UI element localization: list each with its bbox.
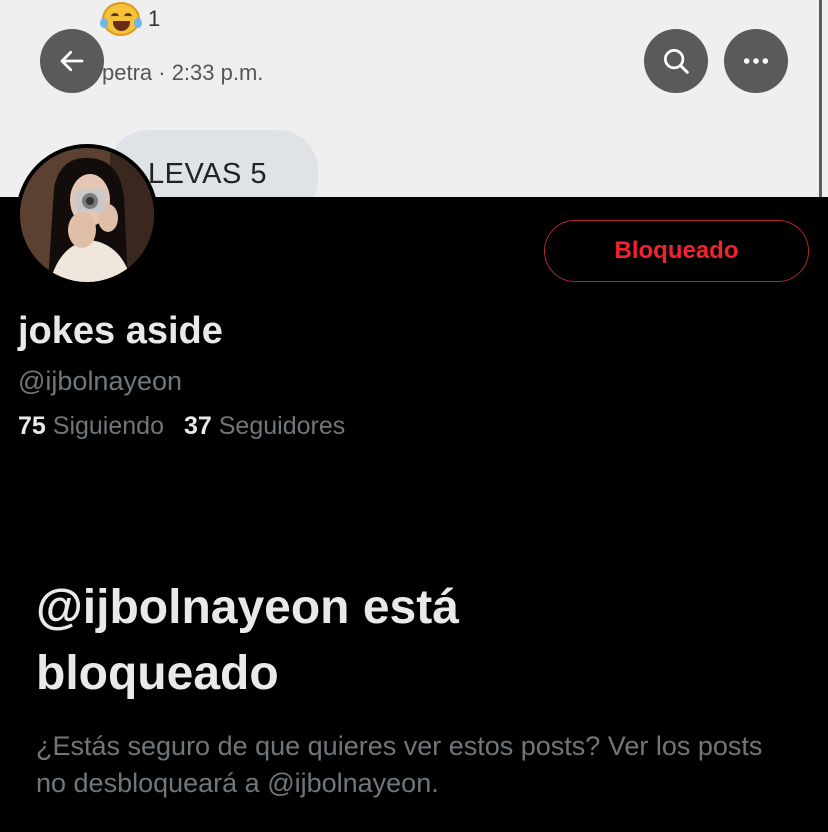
followers-count: 37: [183, 412, 212, 440]
message-bubble-text: LEVAS 5: [148, 158, 268, 190]
more-options-button[interactable]: [724, 29, 788, 93]
reaction-count: 1: [148, 6, 161, 31]
arrow-left-icon: [60, 50, 84, 72]
message-reaction: 1: [100, 2, 161, 36]
blocked-notice-description: ¿Estás seguro de que quieres ver estos p…: [36, 731, 763, 798]
blocked-button[interactable]: Bloqueado: [544, 220, 809, 282]
blocked-notice-title: @ijbolnayeon está bloqueado: [36, 581, 459, 700]
search-icon: [664, 49, 689, 74]
profile-handle: @ijbolnayeon: [18, 366, 183, 396]
message-meta: petra · 2:33 p.m.: [102, 60, 264, 85]
more-horizontal-icon: [743, 58, 769, 64]
following-link[interactable]: 75 Siguiendo: [18, 412, 164, 441]
search-button[interactable]: [644, 29, 708, 93]
banner-scroll-edge: [819, 0, 822, 197]
avatar[interactable]: [16, 144, 158, 286]
followers-label: Seguidores: [218, 412, 346, 440]
back-button[interactable]: [40, 29, 104, 93]
followers-link[interactable]: 37 Seguidores: [184, 412, 345, 441]
following-label: Siguiendo: [52, 412, 164, 440]
following-count: 75: [18, 412, 46, 440]
profile-display-name: jokes aside: [18, 310, 223, 352]
laughing-emoji-icon: [100, 2, 142, 36]
profile-stats: 75 Siguiendo 37 Seguidores: [18, 412, 345, 441]
